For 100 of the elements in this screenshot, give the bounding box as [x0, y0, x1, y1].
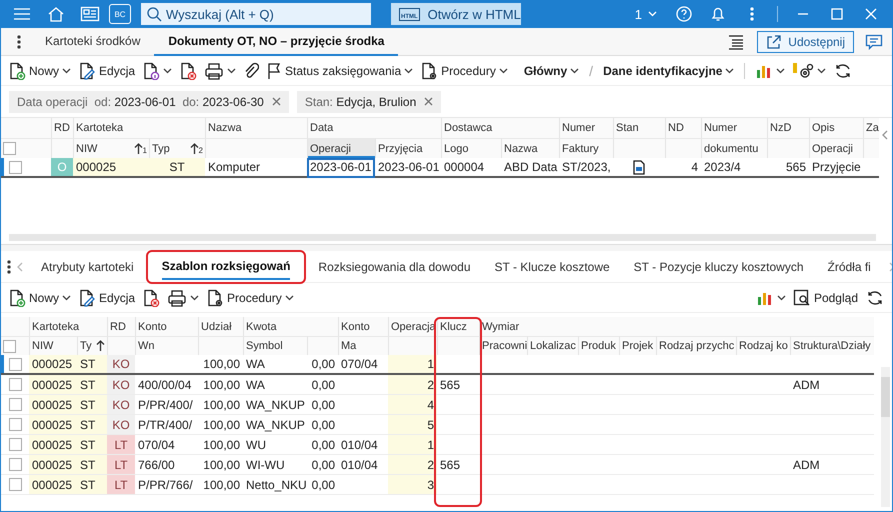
column-header[interactable]: Rodzaj ko — [736, 336, 790, 355]
chevron-down-icon — [190, 294, 200, 300]
detail-tab[interactable]: ST - Pozycje kluczy kosztowych — [622, 252, 816, 282]
sort-arrow-icon[interactable] — [190, 142, 199, 154]
toolbar-button[interactable]: Nowy — [5, 284, 74, 310]
printer-icon — [204, 62, 224, 80]
view-button[interactable]: Dane identyfikacyjne — [600, 58, 738, 84]
row-checkbox[interactable] — [9, 438, 22, 451]
row-checkbox[interactable] — [9, 418, 22, 431]
column-header[interactable]: NIW 1 — [73, 138, 149, 158]
row-checkbox[interactable] — [9, 160, 22, 174]
printer-icon — [167, 288, 188, 306]
column-group-header: Za — [863, 118, 879, 138]
chevron-down-icon — [404, 68, 414, 74]
table-cell: 1 — [427, 438, 434, 452]
document-tab[interactable]: Kartoteki środków — [31, 28, 154, 56]
column-header[interactable]: Projek — [619, 336, 656, 355]
table-cell: 2 — [427, 378, 434, 392]
preview-button[interactable]: Podgląd — [790, 284, 861, 310]
column-header[interactable]: Operacji — [809, 138, 863, 158]
column-header[interactable]: Struktura\Działy — [790, 336, 874, 355]
toolbar-button[interactable]: Procedury — [203, 284, 297, 310]
column-group-header: Konto — [338, 317, 388, 336]
table-cell: 400/00/04 — [138, 378, 192, 392]
chevron-down-icon — [570, 68, 580, 74]
select-all-checkbox[interactable] — [3, 142, 16, 155]
chevron-down-icon — [648, 11, 657, 17]
document-magnifier-icon — [792, 288, 811, 306]
document-icon — [633, 160, 645, 174]
select-all-checkbox[interactable] — [3, 340, 16, 352]
toolbar-button[interactable]: Edycja — [75, 284, 138, 310]
detail-tab[interactable]: Szablon rozksięgowań — [150, 252, 302, 282]
table-cell: 000025 — [32, 398, 72, 412]
column-group-header: Dostawca — [441, 118, 559, 138]
table-cell: 100,00 — [203, 478, 240, 492]
row-checkbox[interactable] — [9, 478, 22, 491]
detail-tab[interactable]: ST - Klucze kosztowe — [482, 252, 622, 282]
column-header[interactable]: Lokalizac — [527, 336, 578, 355]
flag-icon — [266, 62, 282, 80]
detail-tab[interactable]: Źródła fi — [816, 252, 883, 282]
table-cell: 000025 — [32, 357, 72, 371]
column-header[interactable]: Przyjęcia — [375, 138, 441, 158]
filter-label: Data operacji od: 2023-06-01 do: 2023-06-30 — [17, 94, 264, 108]
filter-chip[interactable]: Data operacji od: 2023-06-01 do: 2023-06-30 — [9, 90, 289, 112]
company-selector[interactable]: 1 — [626, 6, 665, 22]
table-cell: 010/04 — [341, 438, 378, 452]
column-group-header: Numer — [559, 118, 613, 138]
horizontal-scrollbar[interactable] — [9, 234, 876, 241]
column-header[interactable]: NIW — [29, 336, 77, 355]
row-checkbox[interactable] — [9, 378, 22, 391]
column-header[interactable]: Typ 2 — [149, 138, 205, 158]
toolbar-button[interactable]: Edycja — [75, 58, 138, 84]
row-checkbox[interactable] — [9, 358, 22, 370]
type-cell: KO — [107, 395, 135, 415]
column-header[interactable]: Logo — [441, 138, 501, 158]
column-header[interactable]: Wn — [135, 336, 198, 355]
column-header[interactable]: dokumentu — [701, 138, 767, 158]
view-button[interactable]: Główny — [520, 58, 582, 84]
column-header[interactable]: Pracowni — [479, 336, 527, 355]
toolbar-button[interactable]: Nowy — [5, 58, 74, 84]
toolbar-button[interactable]: Procedury — [417, 58, 511, 84]
column-header[interactable]: Ty — [77, 336, 107, 355]
chevron-down-icon — [725, 68, 734, 74]
sort-arrow-icon[interactable] — [134, 142, 143, 154]
vertical-scrollbar[interactable] — [881, 367, 890, 507]
column-group-header: Kwota — [243, 317, 338, 336]
type-cell: KO — [107, 355, 135, 375]
column-header — [767, 138, 809, 158]
share-button[interactable]: Udostępnij — [757, 30, 854, 52]
detail-tab[interactable]: Rozksiegowania dla dowodu — [306, 252, 483, 282]
chevron-down-icon — [227, 68, 236, 74]
row-checkbox[interactable] — [9, 398, 22, 411]
document-delete-icon — [142, 288, 160, 306]
column-header — [198, 336, 243, 355]
table-cell: 565 — [440, 378, 460, 392]
column-header[interactable]: Ma — [338, 336, 388, 355]
row-checkbox[interactable] — [9, 458, 22, 471]
column-header[interactable]: Faktury — [559, 138, 613, 158]
column-header[interactable]: Produk — [578, 336, 619, 355]
column-header[interactable]: Rodzaj przychc — [656, 336, 736, 355]
column-header[interactable]: Operacji — [307, 138, 375, 158]
app-logo[interactable]: BC — [109, 4, 131, 24]
search-field[interactable]: Wyszukaj (Alt + Q) — [141, 3, 371, 25]
sort-arrow-icon[interactable] — [96, 340, 105, 352]
table-cell: 565 — [786, 160, 806, 174]
document-gear-icon — [206, 288, 224, 306]
toolbar-button[interactable]: Status zaksięgowania — [263, 58, 416, 84]
document-tab[interactable]: Dokumenty OT, NO – przyjęcie środka — [154, 28, 398, 56]
filter-chip[interactable]: Stan: Edycja, Brulion — [296, 90, 442, 112]
table-cell: 2023-06-01 — [378, 160, 440, 174]
table-cell: 2023-06-01 — [310, 160, 372, 174]
table-cell: 000025 — [76, 160, 116, 174]
column-header[interactable]: Nazwa — [501, 138, 559, 158]
column-group-header: RD — [51, 118, 73, 138]
type-cell: KO — [107, 415, 135, 435]
type-cell: LT — [107, 475, 135, 495]
column-header[interactable]: Symbol — [243, 336, 307, 355]
chevron-down-icon — [776, 294, 786, 300]
table-cell: 100,00 — [203, 418, 240, 432]
detail-tab[interactable]: Atrybuty kartoteki — [29, 252, 146, 282]
